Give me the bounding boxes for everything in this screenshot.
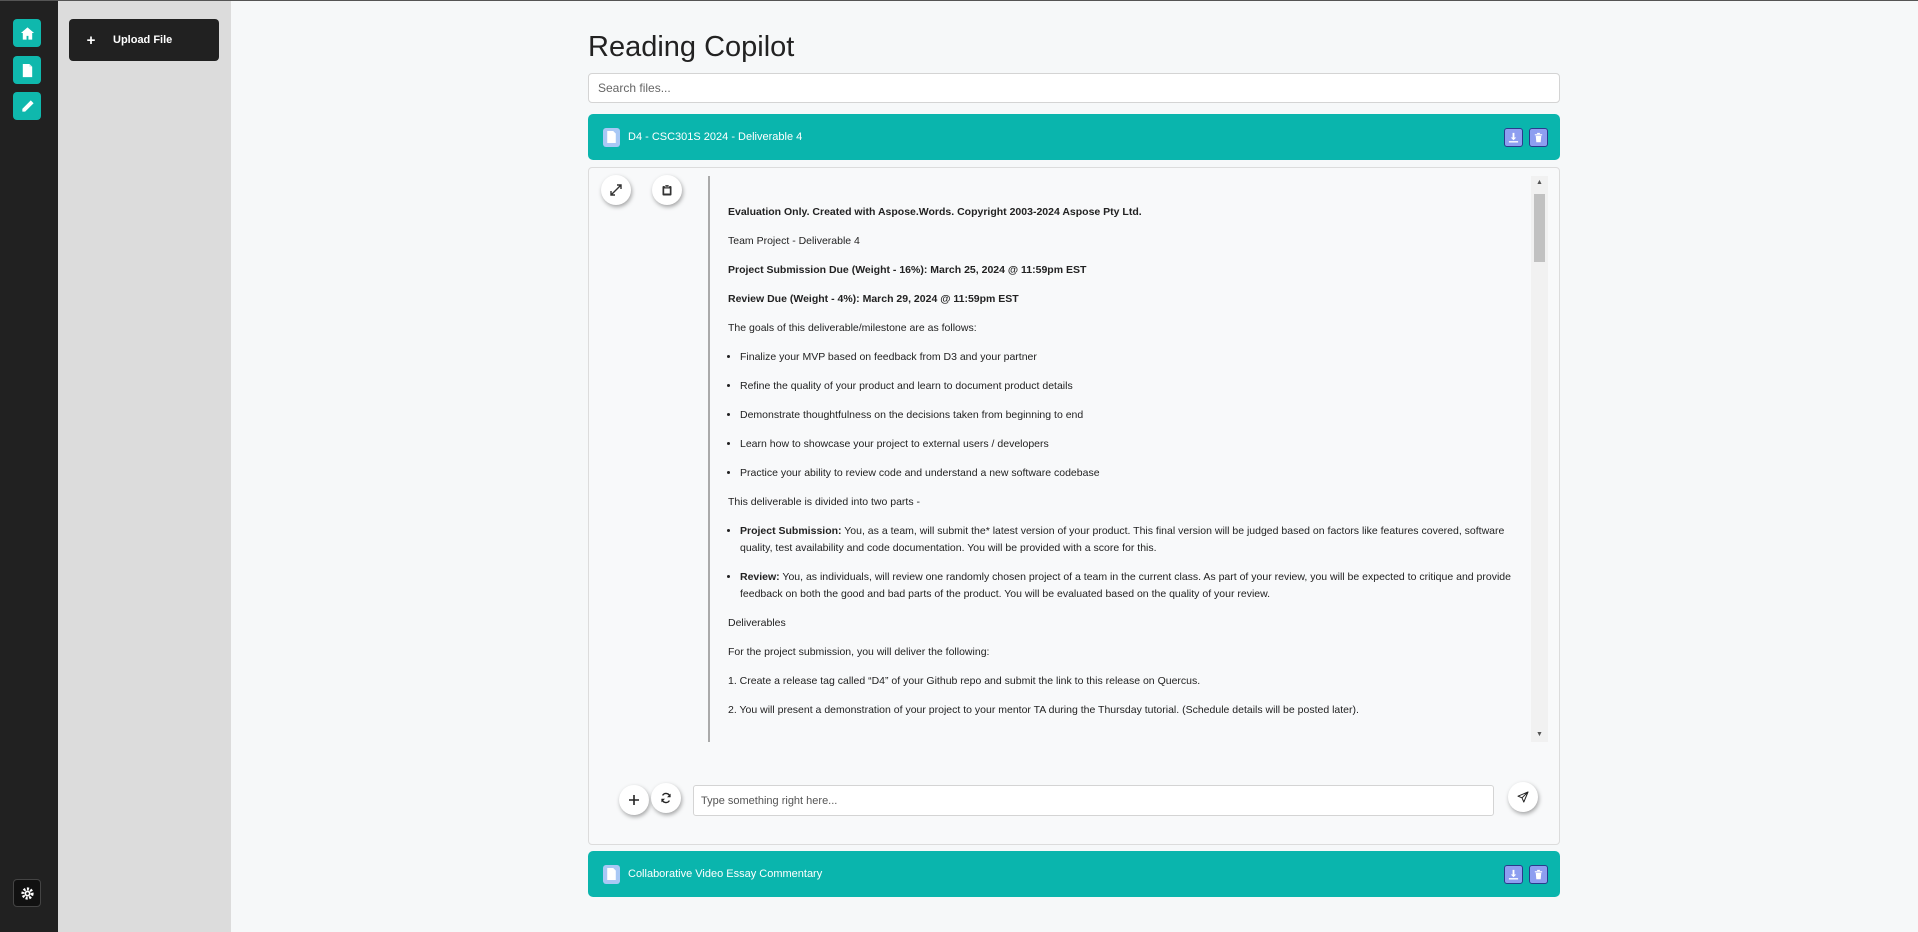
- scroll-up-icon[interactable]: ▲: [1531, 176, 1548, 190]
- project-due-date: Project Submission Due (Weight - 16%): M…: [728, 264, 1087, 276]
- list-item: Finalize your MVP based on feedback from…: [740, 349, 1518, 366]
- deliverables-intro: For the project submission, you will del…: [728, 646, 990, 658]
- file-actions: [1504, 864, 1548, 884]
- refresh-button[interactable]: [651, 783, 681, 813]
- scroll-down-icon[interactable]: ▼: [1531, 728, 1548, 742]
- review-due-date: Review Due (Weight - 4%): March 29, 2024…: [728, 293, 1019, 305]
- page-title: Reading Copilot: [588, 31, 795, 63]
- parts-list: Project Submission: You, as a team, will…: [740, 523, 1518, 603]
- expand-icon: [610, 184, 622, 196]
- part-text: You, as a team, will submit the* latest …: [740, 525, 1505, 554]
- document-viewer: Evaluation Only. Created with Aspose.Wor…: [588, 167, 1560, 845]
- file-icon: [603, 127, 620, 147]
- deliverable-step: 2. You will present a demonstration of y…: [728, 704, 1359, 716]
- trash-icon: [1534, 132, 1543, 142]
- deliverables-heading: Deliverables: [728, 617, 786, 629]
- download-icon: [1508, 132, 1519, 143]
- trash-icon: [1534, 869, 1543, 879]
- home-icon: [20, 26, 34, 40]
- plus-icon: +: [86, 31, 96, 49]
- left-rail: [0, 0, 58, 932]
- goals-list: Finalize your MVP based on feedback from…: [740, 349, 1518, 482]
- send-button[interactable]: [1508, 782, 1538, 812]
- download-button[interactable]: [1504, 127, 1523, 147]
- delete-button[interactable]: [1529, 127, 1548, 147]
- main-content: Reading Copilot D4 - CSC301S 2024 - Deli…: [231, 0, 1918, 932]
- search-input[interactable]: [588, 73, 1560, 103]
- copy-button[interactable]: [652, 175, 682, 205]
- list-item: Refine the quality of your product and l…: [740, 378, 1518, 395]
- file-actions: [1504, 127, 1548, 147]
- gear-icon: [20, 886, 34, 900]
- document-icon: [22, 63, 32, 77]
- refresh-icon: [661, 792, 671, 804]
- parts-intro: This deliverable is divided into two par…: [728, 496, 921, 508]
- part-label: Project Submission:: [740, 525, 842, 537]
- settings-button[interactable]: [13, 879, 41, 907]
- document-subtitle: Team Project - Deliverable 4: [728, 235, 860, 247]
- documents-button[interactable]: [13, 56, 41, 84]
- list-item: Learn how to showcase your project to ex…: [740, 436, 1518, 453]
- expand-button[interactable]: [601, 175, 631, 205]
- document-content: Evaluation Only. Created with Aspose.Wor…: [728, 204, 1518, 731]
- part-text: You, as individuals, will review one ran…: [740, 571, 1511, 600]
- file-icon: [603, 864, 620, 884]
- scroll-thumb[interactable]: [1534, 194, 1545, 262]
- list-item: Project Submission: You, as a team, will…: [740, 523, 1518, 557]
- deliverable-step: 1. Create a release tag called “D4” of y…: [728, 675, 1201, 687]
- upload-file-button[interactable]: + Upload File: [69, 19, 219, 61]
- delete-button[interactable]: [1529, 864, 1548, 884]
- list-item: Practice your ability to review code and…: [740, 465, 1518, 482]
- list-item: Demonstrate thoughtfulness on the decisi…: [740, 407, 1518, 424]
- file-panel: + Upload File: [58, 0, 231, 932]
- file-name: D4 - CSC301S 2024 - Deliverable 4: [628, 131, 803, 143]
- chat-input[interactable]: [693, 785, 1494, 816]
- list-item: Review: You, as individuals, will review…: [740, 569, 1518, 603]
- upload-file-label: Upload File: [113, 34, 173, 46]
- send-icon: [1517, 791, 1529, 803]
- pencil-icon: [21, 99, 34, 112]
- part-label: Review:: [740, 571, 780, 583]
- goals-intro: The goals of this deliverable/milestone …: [728, 322, 977, 334]
- file-header[interactable]: D4 - CSC301S 2024 - Deliverable 4: [588, 114, 1560, 160]
- download-icon: [1508, 869, 1519, 880]
- watermark-text: Evaluation Only. Created with Aspose.Wor…: [728, 206, 1142, 218]
- document-scrollbar[interactable]: ▲ ▼: [1531, 176, 1548, 742]
- home-button[interactable]: [13, 19, 41, 47]
- document-frame[interactable]: Evaluation Only. Created with Aspose.Wor…: [708, 176, 1548, 742]
- clipboard-icon: [662, 184, 672, 196]
- file-header[interactable]: Collaborative Video Essay Commentary: [588, 851, 1560, 897]
- plus-icon: [629, 795, 639, 805]
- add-button[interactable]: [619, 785, 649, 815]
- file-name: Collaborative Video Essay Commentary: [628, 868, 823, 880]
- download-button[interactable]: [1504, 864, 1523, 884]
- edit-button[interactable]: [13, 92, 41, 120]
